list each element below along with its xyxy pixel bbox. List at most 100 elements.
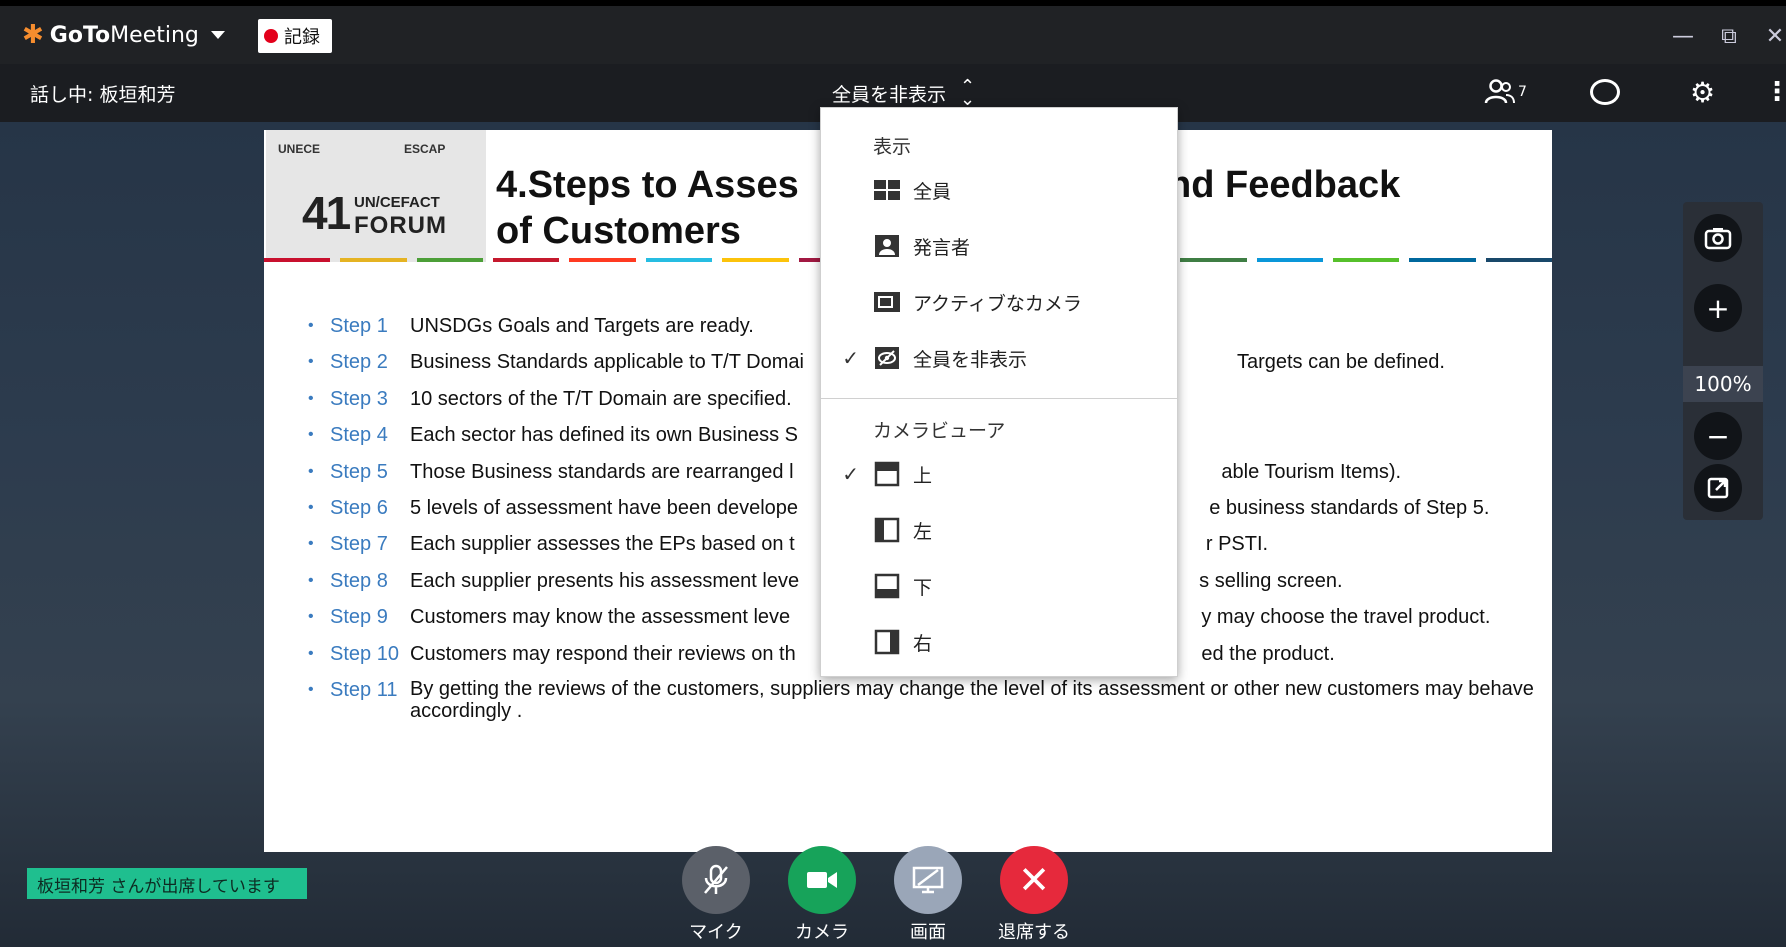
zoom-out-button[interactable]: − [1694,412,1742,460]
color-segment [416,258,484,262]
view-mode-menu: 表示 全員 発言者 アクティブなカメラ ✓ 全員を非表示 カメラビューア ✓ 上… [820,107,1178,677]
escap-logo: ESCAP [404,142,446,156]
check-icon: ✓ [842,462,859,486]
restore-button[interactable]: ⧉ [1718,24,1740,49]
gotomeeting-logo-icon: ✱ [22,20,44,50]
expand-collapse-icon: ⌃ ⌄ [960,75,976,110]
bullet-icon: • [308,462,314,480]
external-link-icon [1707,477,1729,499]
attendance-notification: 板垣和芳 さんが出席しています [27,868,307,899]
minimize-button[interactable]: — [1672,24,1694,49]
color-segment [722,258,789,262]
zoom-level: 100% [1683,366,1763,402]
gear-icon: ⚙ [1690,75,1716,109]
view-mode-dropdown[interactable]: 全員を非表示 ⌃ ⌄ [832,75,976,110]
more-options-button[interactable]: ⋮ [1764,74,1786,110]
step-label: Step 6 [330,496,388,519]
slide-title: 4.Steps to Asses of Customers [496,162,799,254]
app-menu[interactable]: ✱ GoTo Meeting [22,22,225,48]
step-label: Step 7 [330,533,388,556]
menu-item-label: 下 [913,576,933,599]
screen-share-button[interactable] [894,846,962,914]
meeting-controls: マイク カメラ 画面 ✕ 退席する [682,846,1070,944]
menu-section-display: 表示 [873,136,912,158]
menu-item-layout-top[interactable]: ✓ 上 [821,452,1179,496]
record-label: 記録 [284,27,320,48]
step-label: Step 3 [330,387,388,410]
bullet-icon: • [308,608,314,626]
mic-button[interactable] [682,846,750,914]
menu-item-label: 左 [913,520,933,543]
unece-logo: UNECE [278,142,321,156]
step-label: Step 10 [330,642,399,665]
color-segment [1485,258,1552,262]
color-segment [1256,258,1324,262]
menu-item-label: 右 [913,632,933,655]
color-segment [1333,258,1400,262]
leave-button[interactable]: ✕ [1000,846,1068,914]
menu-item-layout-bottom[interactable]: 下 [821,564,1179,608]
chat-button[interactable] [1590,74,1620,110]
screenshot-button[interactable] [1694,214,1742,262]
video-camera-icon [807,872,837,888]
leave-label: 退席する [998,922,1070,943]
step-label: Step 5 [330,460,388,483]
mic-off-icon [704,864,728,894]
menu-item-hide-all[interactable]: ✓ 全員を非表示 [821,336,1179,380]
leave-control[interactable]: ✕ 退席する [998,846,1070,944]
window-controls: — ⧉ ✕ [1672,24,1786,49]
settings-button[interactable]: ⚙ [1690,74,1715,110]
color-segment [1409,258,1476,262]
title-bar: ✱ GoTo Meeting 記録 — ⧉ ✕ [0,0,1786,64]
check-icon: ✓ [842,346,859,370]
screen-control[interactable]: 画面 [894,846,962,944]
chat-bubble-icon [1590,79,1620,105]
step-label: Step 4 [330,424,388,447]
plus-icon: + [1706,291,1730,325]
grid-icon [873,178,901,202]
layout-left-icon [873,517,901,543]
record-dot-icon [264,29,278,43]
slide-title-right: nd Feedback [1168,164,1401,206]
bullet-icon: • [308,498,314,516]
attendees-button[interactable]: 7 [1484,74,1527,110]
menu-item-label: 全員を非表示 [913,348,1028,371]
color-segment [645,258,713,262]
bullet-icon: • [308,535,314,553]
screen-controls: + 100% − [1683,202,1763,520]
menu-separator [821,398,1177,399]
bullet-icon: • [308,353,314,371]
forum-logo: UNECE ESCAP 41 UN/CEFACT FORUM [266,130,486,262]
color-segment [264,258,331,262]
step-text: By getting the reviews of the customers,… [410,677,1540,722]
menu-item-label: 上 [913,464,933,487]
camera-button[interactable] [788,846,856,914]
record-button[interactable]: 記録 [258,19,332,53]
camera-snapshot-icon [1704,228,1732,250]
mic-control[interactable]: マイク [682,846,750,944]
close-window-button[interactable]: ✕ [1764,24,1786,49]
bullet-icon: • [308,644,314,662]
menu-item-layout-right[interactable]: 右 [821,620,1179,664]
speaking-indicator: 話し中: 板垣和芳 [30,84,176,106]
pop-out-button[interactable] [1694,464,1742,512]
bullet-icon: • [308,389,314,407]
minus-icon: − [1706,419,1730,453]
menu-section-camera-viewer: カメラビューア [873,420,1006,442]
menu-item-all[interactable]: 全員 [821,168,1179,212]
step-item: • Step 11 By getting the reviews of the cu… [308,678,1538,722]
forum-line2: FORUM [354,212,447,239]
menu-item-speaker[interactable]: 発言者 [821,224,1179,268]
menu-item-label: 全員 [913,180,952,203]
menu-item-active-camera[interactable]: アクティブなカメラ [821,280,1179,324]
zoom-in-button[interactable]: + [1694,284,1742,332]
slide-title-line1: 4.Steps to Asses [496,164,799,206]
screen-share-off-icon [912,866,944,894]
close-icon: ✕ [1018,858,1050,902]
color-segment [493,258,560,262]
view-mode-label: 全員を非表示 [832,84,947,106]
menu-item-label: 発言者 [913,236,971,259]
step-label: Step 1 [330,315,388,337]
menu-item-layout-left[interactable]: 左 [821,508,1179,552]
camera-control[interactable]: カメラ [788,846,856,944]
